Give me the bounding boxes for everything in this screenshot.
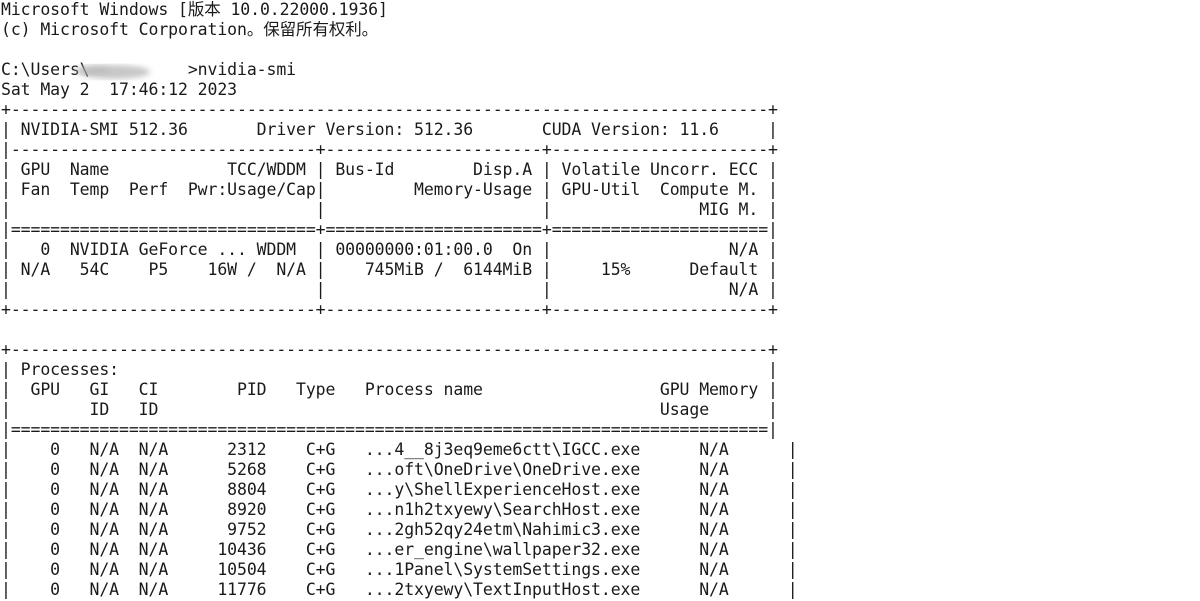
process-row: | 0 N/A N/A 10436 C+G ...er_engine\wallp…	[1, 540, 798, 559]
smi-version-line: | NVIDIA-SMI 512.36 Driver Version: 512.…	[1, 120, 778, 139]
process-table-top-border: +---------------------------------------…	[1, 340, 778, 359]
process-row: | 0 N/A N/A 2312 C+G ...4__8j3eq9eme6ctt…	[1, 440, 798, 459]
timestamp-line: Sat May 2 17:46:12 2023	[1, 80, 238, 99]
gpu-data-row: | 0 NVIDIA GeForce ... WDDM | 00000000:0…	[1, 240, 778, 259]
os-version-line: Microsoft Windows [版本 10.0.22000.1936]	[1, 0, 388, 19]
gpu-table-header-row: | Fan Temp Perf Pwr:Usage/Cap| Memory-Us…	[1, 180, 778, 199]
gpu-table-double-separator: |===============================+=======…	[1, 220, 778, 239]
process-row: | 0 N/A N/A 8920 C+G ...n1h2txyewy\Searc…	[1, 500, 798, 519]
terminal-window[interactable]: Microsoft Windows [版本 10.0.22000.1936] (c…	[0, 0, 1200, 601]
processes-title: | Processes: |	[1, 360, 778, 379]
process-row: | 0 N/A N/A 5268 C+G ...oft\OneDrive\One…	[1, 460, 798, 479]
process-row: | 0 N/A N/A 9752 C+G ...2gh52qy24etm\Nah…	[1, 520, 798, 539]
console-output: Microsoft Windows [版本 10.0.22000.1936] (c…	[0, 0, 1200, 600]
process-table-header-row: | ID ID Usage |	[1, 400, 778, 419]
gpu-table-separator: |-------------------------------+-------…	[1, 140, 778, 159]
command-prompt-line: C:\Users\ >nvidia-smi	[1, 60, 297, 79]
process-table-header-row: | GPU GI CI PID Type Process name GPU Me…	[1, 380, 778, 399]
gpu-table-header-row: | GPU Name TCC/WDDM | Bus-Id Disp.A | Vo…	[1, 160, 778, 179]
process-row: | 0 N/A N/A 11776 C+G ...2txyewy\TextInp…	[1, 580, 798, 599]
gpu-table-top-border: +---------------------------------------…	[1, 100, 778, 119]
copyright-line: (c) Microsoft Corporation。保留所有权利。	[1, 20, 379, 39]
process-table-double-separator: |=======================================…	[1, 420, 778, 439]
process-row: | 0 N/A N/A 10504 C+G ...1Panel\SystemSe…	[1, 560, 798, 579]
gpu-table-bottom-border: +-------------------------------+-------…	[1, 300, 778, 319]
process-row: | 0 N/A N/A 8804 C+G ...y\ShellExperienc…	[1, 480, 798, 499]
gpu-table-header-row: | | | MIG M. |	[1, 200, 778, 219]
gpu-data-row: | N/A 54C P5 16W / N/A | 745MiB / 6144Mi…	[1, 260, 778, 279]
gpu-data-row: | | | N/A |	[1, 280, 778, 299]
